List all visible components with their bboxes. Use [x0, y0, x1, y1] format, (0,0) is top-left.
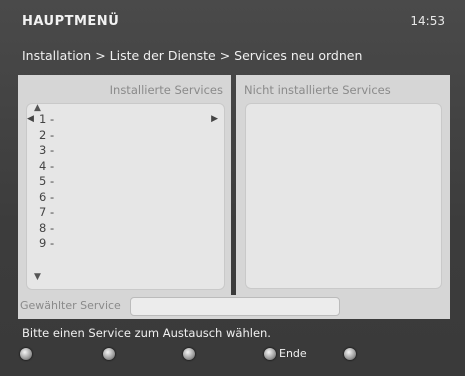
list-item[interactable]: 3 - — [33, 143, 54, 159]
list-item[interactable]: 5 - — [33, 174, 54, 190]
installed-services-heading: Installierte Services — [109, 83, 223, 97]
screen: HAUPTMENÜ 14:53 Installation > Liste der… — [0, 0, 465, 376]
red-key-icon[interactable] — [20, 348, 32, 360]
installed-services-panel: Installierte Services ▲ ◀ ▶ 1 - 2 - 3 - … — [18, 75, 231, 295]
selected-service-field[interactable] — [130, 297, 340, 316]
list-item[interactable]: 2 - — [33, 128, 54, 144]
yellow-key-icon[interactable] — [183, 348, 195, 360]
list-item[interactable]: 6 - — [33, 190, 54, 206]
selection-right-icon: ▶ — [211, 114, 218, 124]
end-key-label: Ende — [279, 347, 307, 360]
list-item[interactable]: 1 - — [33, 112, 54, 128]
clock: 14:53 — [410, 14, 445, 28]
list-item[interactable]: 7 - — [33, 205, 54, 221]
not-installed-services-heading: Nicht installierte Services — [244, 83, 391, 97]
selected-service-row: Gewählter Service — [18, 295, 450, 319]
not-installed-services-panel: Nicht installierte Services — [236, 75, 450, 295]
breadcrumb: Installation > Liste der Dienste > Servi… — [22, 48, 363, 63]
green-key-icon[interactable] — [103, 348, 115, 360]
service-rows: 1 - 2 - 3 - 4 - 5 - 6 - 7 - 8 - 9 - — [33, 112, 54, 252]
selected-service-label: Gewählter Service — [20, 299, 121, 312]
function-key-bar: Ende — [0, 346, 465, 368]
list-item[interactable]: 9 - — [33, 236, 54, 252]
installed-services-list[interactable]: ▲ ◀ ▶ 1 - 2 - 3 - 4 - 5 - 6 - 7 - 8 - 9 … — [26, 103, 225, 290]
not-installed-services-list[interactable] — [245, 103, 442, 289]
page-title: HAUPTMENÜ — [22, 14, 120, 29]
scroll-down-icon[interactable]: ▼ — [34, 272, 41, 282]
list-item[interactable]: 8 - — [33, 221, 54, 237]
list-item[interactable]: 4 - — [33, 159, 54, 175]
white-key-icon[interactable] — [344, 348, 356, 360]
blue-key-icon[interactable] — [264, 348, 276, 360]
hint-text: Bitte einen Service zum Austausch wählen… — [22, 326, 271, 340]
